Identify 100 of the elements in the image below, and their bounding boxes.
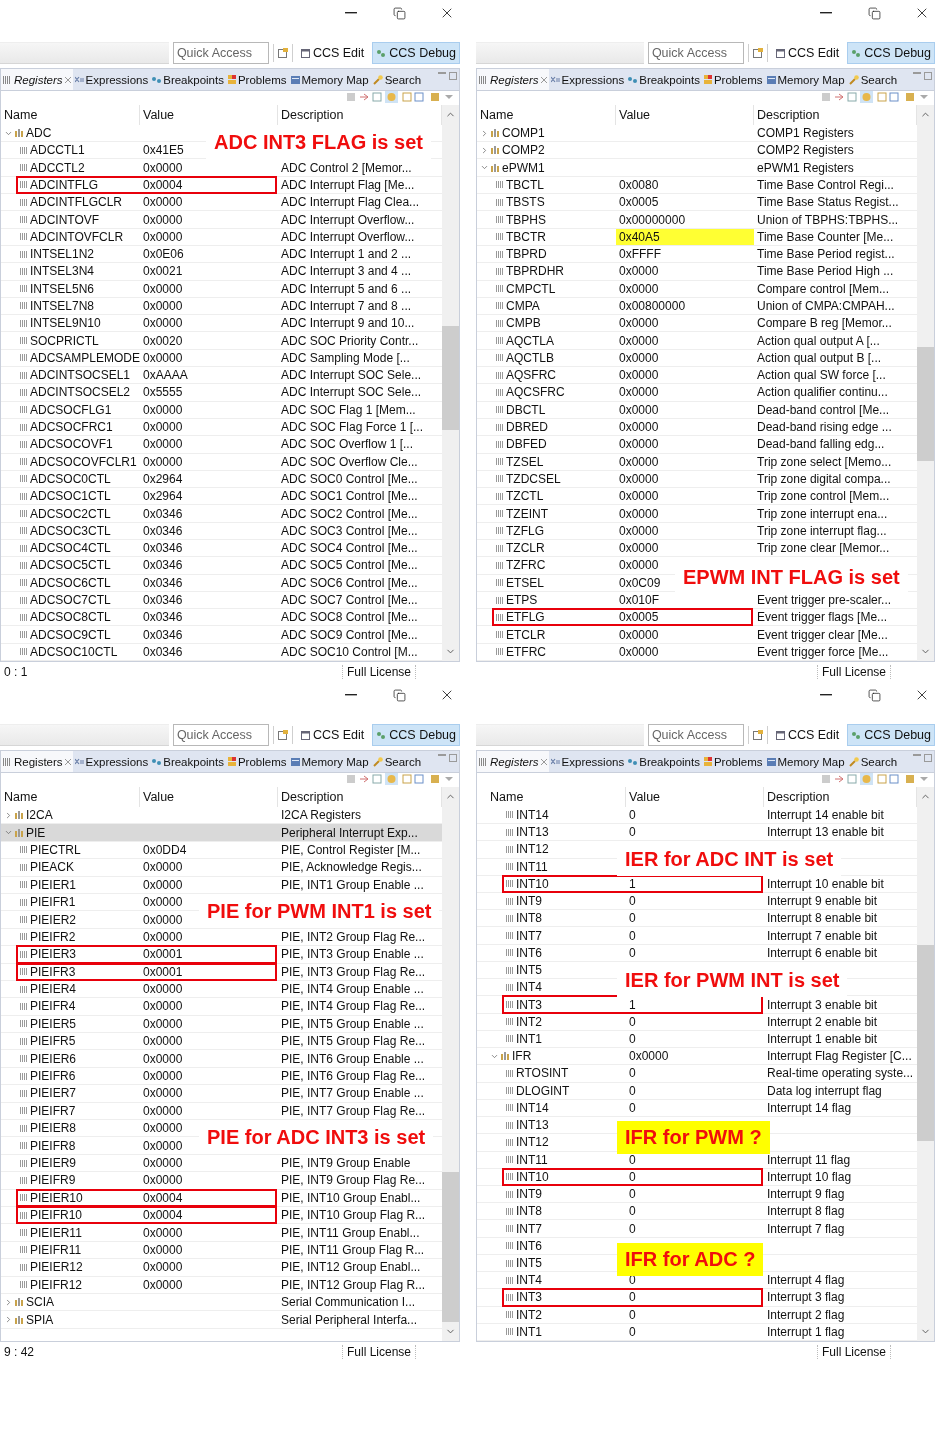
register-name: CMPCTL	[506, 281, 556, 296]
register-description: PIE, INT9 Group Enable	[280, 1155, 411, 1172]
register-value: 0	[628, 1289, 636, 1306]
register-description: Trip zone digital compa...	[756, 470, 891, 488]
register-name: INT11	[516, 859, 548, 874]
register-value: 0x0000	[142, 1224, 183, 1241]
register-name: ADCSOC1CTL	[30, 489, 111, 504]
register-description: Time Base Period regist...	[756, 246, 895, 263]
register-description: PIE, INT10 Group Flag R...	[280, 1207, 426, 1224]
register-name: PIEIFR5	[30, 1034, 76, 1049]
register-name: PIEIER1	[30, 877, 77, 892]
register-name: TBCTR	[506, 229, 546, 244]
register-value: 0x0000	[142, 419, 183, 436]
register-description: ADC SOC7 Control [Me...	[280, 592, 418, 609]
register-description: Serial Communication I...	[280, 1294, 416, 1311]
register-description: ADC SOC Flag 1 [Mem...	[280, 401, 416, 418]
register-description: ADC Interrupt SOC Sele...	[280, 384, 422, 401]
register-value: 0x0020	[142, 332, 183, 349]
register-name: INTSEL1N2	[30, 247, 95, 262]
register-value: 0x0004	[142, 1207, 183, 1224]
register-description: ADC SOC Flag Force 1 [...	[280, 419, 424, 436]
register-value: 0x0000	[618, 419, 659, 436]
register-name: DBCTL	[506, 402, 546, 417]
register-description: Event trigger flags [Me...	[756, 609, 888, 626]
register-description: ADC Interrupt 9 and 10...	[280, 315, 415, 332]
register-value: 0x0000	[142, 194, 183, 211]
register-name: PIEIFR9	[30, 1173, 76, 1188]
register-name: PIEIFR3	[30, 964, 76, 979]
register-description: PIE, INT9 Group Flag Re...	[280, 1172, 426, 1189]
register-description: Interrupt 10 flag	[766, 1168, 852, 1185]
register-name: TZEINT	[506, 506, 548, 521]
register-value: 0x0005	[618, 194, 659, 211]
register-description: Trip zone control [Mem...	[756, 488, 890, 505]
register-name: INT7	[516, 928, 542, 943]
register-description: Trip zone interrupt flag...	[756, 522, 887, 539]
register-description: Serial Peripheral Interfa...	[280, 1311, 418, 1328]
register-value: 0x0C09	[618, 574, 661, 591]
register-value: 0x0000	[618, 522, 659, 539]
register-name: PIEIER2	[30, 912, 77, 927]
register-name: PIEIFR6	[30, 1069, 76, 1084]
register-value: 0	[628, 1203, 636, 1220]
register-name: INT5	[516, 963, 542, 978]
register-description: ADC SOC6 Control [Me...	[280, 574, 418, 591]
register-value: 1	[628, 875, 636, 892]
register-name: INT6	[516, 945, 542, 960]
register-description: ADC SOC10 Control [M...	[280, 643, 418, 661]
register-name: PIEIER10	[30, 1190, 83, 1205]
register-description: PIE, INT11 Group Flag R...	[280, 1241, 425, 1259]
register-name: CMPA	[506, 299, 540, 313]
register-name: ADCSOC8CTL	[30, 610, 111, 625]
callout-tooltip: IFR for ADC ?	[617, 1243, 764, 1276]
license-status: Full License	[341, 665, 416, 679]
register-description: Interrupt 4 flag	[766, 1272, 845, 1289]
register-description: ADC SOC1 Control [Me...	[280, 488, 418, 505]
register-value: 0	[628, 1099, 636, 1117]
register-name: ADCSOC5CTL	[30, 558, 111, 573]
register-name: PIEIER9	[30, 1156, 77, 1170]
register-name: CMPB	[506, 316, 541, 331]
register-value: 0x0021	[142, 263, 183, 280]
register-description: Interrupt 8 flag	[766, 1203, 845, 1220]
register-value: 0x0346	[142, 609, 183, 626]
register-name: ADCSOC4CTL	[30, 541, 111, 556]
register-name: INT9	[516, 1187, 542, 1202]
register-description: Trip zone interrupt ena...	[756, 505, 888, 522]
register-value: 0x010F	[618, 592, 660, 609]
register-name: ADCSOC0CTL	[30, 471, 111, 486]
register-name: TBCTL	[506, 177, 544, 192]
register-name: ETPS	[506, 593, 538, 608]
register-value: 0x0000	[618, 557, 659, 574]
register-value: 0x0000	[142, 928, 183, 946]
register-value: 0x0000	[142, 315, 183, 332]
register-description: ADC Interrupt SOC Sele...	[280, 367, 422, 384]
register-description: Interrupt 1 enable bit	[766, 1030, 878, 1048]
register-description: PIE, Control Register [M...	[280, 841, 421, 859]
license-status: Full License	[816, 665, 891, 679]
register-description: PIE, INT10 Group Enabl...	[280, 1189, 421, 1206]
register-description: Dead-band rising edge ...	[756, 419, 892, 436]
register-value: 0x0346	[142, 592, 183, 609]
register-value: 0x0000	[142, 1155, 183, 1172]
register-value: 0	[628, 1151, 636, 1168]
register-description: COMP1 Registers	[756, 125, 854, 142]
register-description: PIE, INT4 Group Enable ...	[280, 981, 424, 998]
register-name: PIEIER4	[30, 982, 77, 997]
register-name: I2CA	[26, 808, 53, 823]
register-value: 0x0000	[142, 228, 183, 245]
register-description: PIE, INT12 Group Flag R...	[280, 1276, 426, 1293]
register-name: TZDCSEL	[506, 471, 561, 486]
register-name: INT4	[516, 1273, 542, 1288]
register-description: ADC Interrupt 7 and 8 ...	[280, 298, 412, 315]
register-value: 0x0346	[142, 505, 183, 522]
register-description: PIE, Acknowledge Regis...	[280, 859, 422, 876]
register-value: 0x0000	[142, 1276, 183, 1293]
register-description: Interrupt 6 enable bit	[766, 944, 878, 961]
cursor-position: 9 : 42	[4, 1345, 35, 1359]
register-name: INT1	[516, 1324, 542, 1339]
register-description: COMP2 Registers	[756, 142, 854, 159]
register-value: 0x2964	[142, 470, 183, 488]
register-value: 0x0000	[618, 384, 659, 401]
register-name: INT6	[516, 1238, 542, 1253]
register-value: 0	[628, 893, 636, 910]
